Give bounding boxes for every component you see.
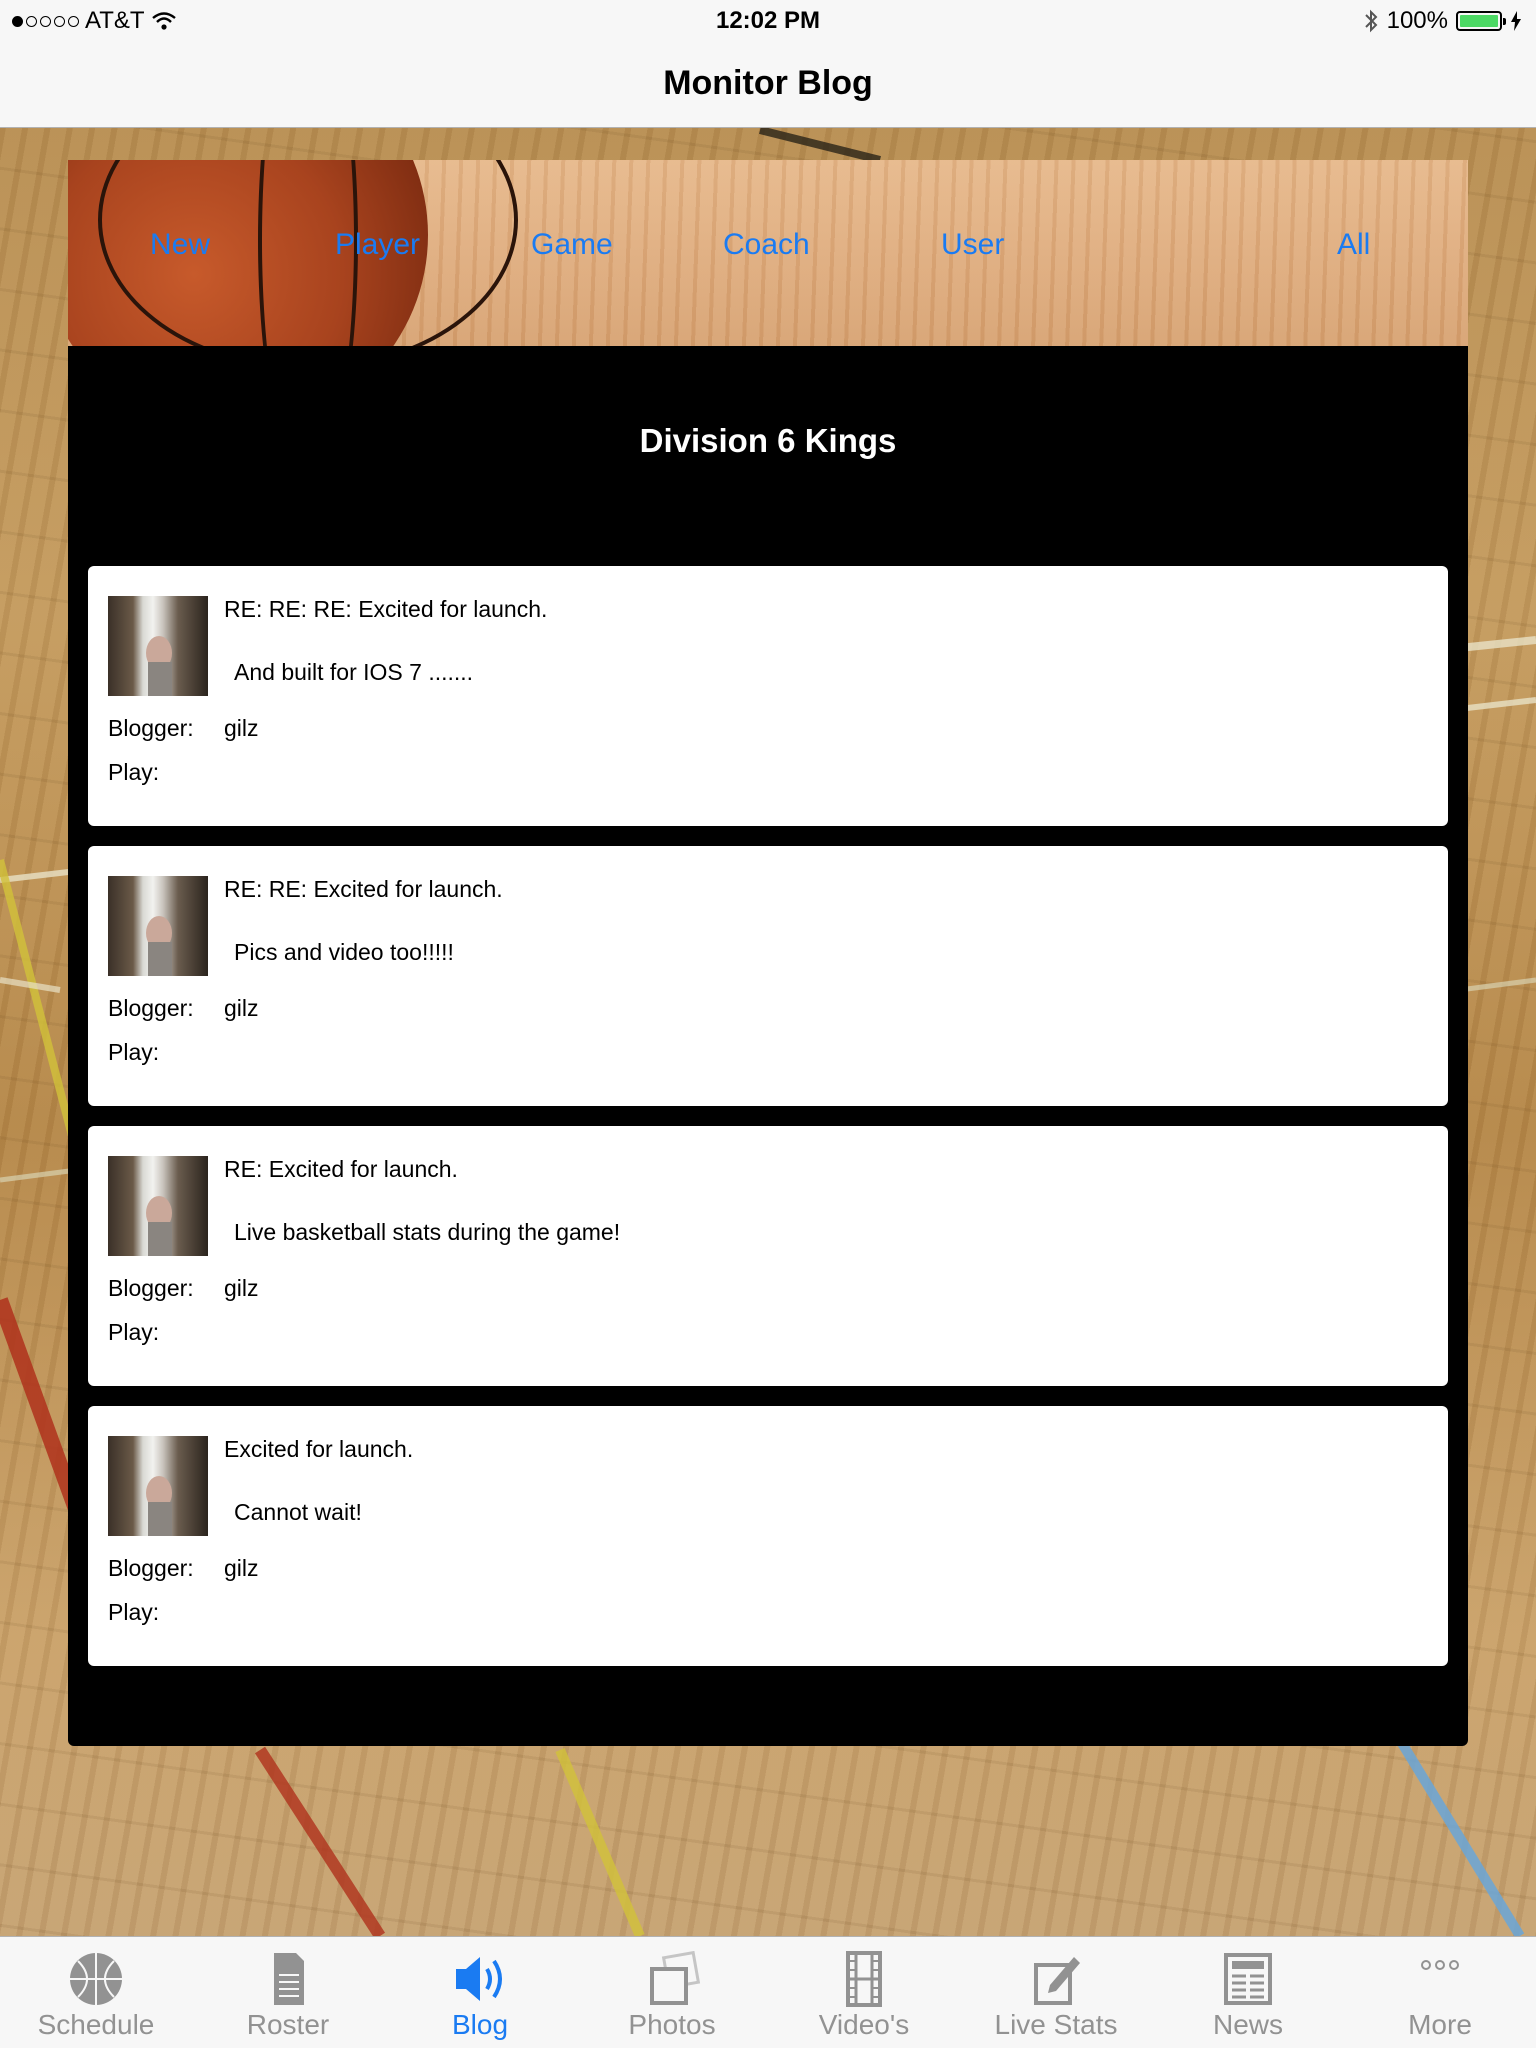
post-body: And built for IOS 7 ....... (234, 659, 474, 685)
blogger-avatar (108, 1156, 208, 1256)
blog-post[interactable]: RE: RE: RE: Excited for launch. And buil… (88, 566, 1448, 826)
blogger-name: gilz (224, 1555, 259, 1581)
play-label: Play: (108, 1319, 160, 1345)
tab-schedule[interactable]: Schedule (0, 1937, 192, 2048)
tab-live-stats[interactable]: Live Stats (960, 1937, 1152, 2048)
tab-photos[interactable]: Photos (576, 1937, 768, 2048)
blog-header-banner: New Player Game Coach User All (68, 160, 1468, 346)
post-blogger-row: Blogger: gilz (108, 1555, 259, 1582)
status-bar: AT&T 12:02 PM 100% (0, 0, 1536, 40)
tab-more[interactable]: More (1344, 1937, 1536, 2048)
tab-label: Schedule (37, 2009, 155, 2040)
blog-panel: Division 6 Kings RE: RE: RE: Excited for… (68, 346, 1468, 1746)
tab-label: News (1212, 2009, 1283, 2040)
blogger-label: Blogger: (108, 715, 194, 741)
blogger-label: Blogger: (108, 1555, 194, 1581)
tab-news[interactable]: News (1152, 1937, 1344, 2048)
basketball-icon (70, 1953, 122, 2005)
charging-icon (1511, 11, 1521, 31)
blog-post[interactable]: RE: RE: Excited for launch. Pics and vid… (88, 846, 1448, 1106)
post-blogger-row: Blogger: gilz (108, 715, 259, 742)
filter-user[interactable]: User (941, 228, 1004, 262)
tab-label: Live Stats (994, 2009, 1118, 2040)
post-play-row: Play: (108, 759, 224, 786)
navigation-bar: Monitor Blog (0, 40, 1536, 128)
play-label: Play: (108, 1599, 160, 1625)
page-title: Monitor Blog (663, 64, 873, 102)
blog-post[interactable]: Excited for launch. Cannot wait! Blogger… (88, 1406, 1448, 1666)
post-subject: RE: RE: Excited for launch. (224, 876, 503, 902)
battery-group: 100% (1363, 7, 1522, 35)
more-icon (1421, 1960, 1459, 1970)
battery-icon (1456, 11, 1506, 31)
blogger-name: gilz (224, 1275, 259, 1301)
tab-label: Video's (818, 2009, 910, 2040)
blogger-name: gilz (224, 995, 259, 1021)
speaker-icon (456, 1957, 502, 2001)
film-icon (846, 1951, 882, 2007)
bluetooth-icon (1364, 9, 1378, 33)
filter-player[interactable]: Player (335, 228, 420, 262)
photos-icon (650, 1951, 701, 2005)
post-blogger-row: Blogger: gilz (108, 1275, 259, 1302)
filter-all[interactable]: All (1337, 228, 1370, 262)
blogger-label: Blogger: (108, 995, 194, 1021)
blog-post[interactable]: RE: Excited for launch. Live basketball … (88, 1126, 1448, 1386)
play-label: Play: (108, 759, 160, 785)
post-subject: Excited for launch. (224, 1436, 414, 1462)
clock-label: 12:02 PM (715, 7, 821, 34)
tab-label: Blog (451, 2009, 509, 2040)
post-blogger-row: Blogger: gilz (108, 995, 259, 1022)
team-heading: Division 6 Kings (639, 422, 897, 459)
blogger-label: Blogger: (108, 1275, 194, 1301)
filter-coach[interactable]: Coach (723, 228, 810, 262)
post-subject: RE: Excited for launch. (224, 1156, 458, 1182)
blogger-avatar (108, 1436, 208, 1536)
post-play-row: Play: (108, 1599, 224, 1626)
play-label: Play: (108, 1039, 160, 1065)
post-play-row: Play: (108, 1039, 224, 1066)
document-icon (274, 1953, 304, 2005)
blogger-name: gilz (224, 715, 259, 741)
blogger-avatar (108, 876, 208, 976)
edit-icon (1034, 1957, 1080, 2005)
tab-label: Roster (246, 2009, 330, 2040)
newspaper-icon (1224, 1953, 1272, 2005)
battery-percent: 100% (1386, 7, 1448, 34)
blog-filter-bar: New Player Game Coach User All (68, 228, 1468, 268)
blogger-avatar (108, 596, 208, 696)
post-body: Pics and video too!!!!! (234, 939, 454, 965)
post-subject: RE: RE: RE: Excited for launch. (224, 596, 548, 622)
tab-videos[interactable]: Video's (768, 1937, 960, 2048)
tab-label: More (1408, 2009, 1472, 2040)
post-body: Cannot wait! (234, 1499, 362, 1525)
post-body: Live basketball stats during the game! (234, 1219, 621, 1245)
filter-new[interactable]: New (150, 228, 210, 262)
tab-bar: Schedule Roster Blog Photos Video's Live… (0, 1936, 1536, 2048)
tab-label: Photos (628, 2009, 716, 2040)
tab-blog[interactable]: Blog (384, 1937, 576, 2048)
filter-game[interactable]: Game (531, 228, 613, 262)
post-play-row: Play: (108, 1319, 224, 1346)
tab-roster[interactable]: Roster (192, 1937, 384, 2048)
